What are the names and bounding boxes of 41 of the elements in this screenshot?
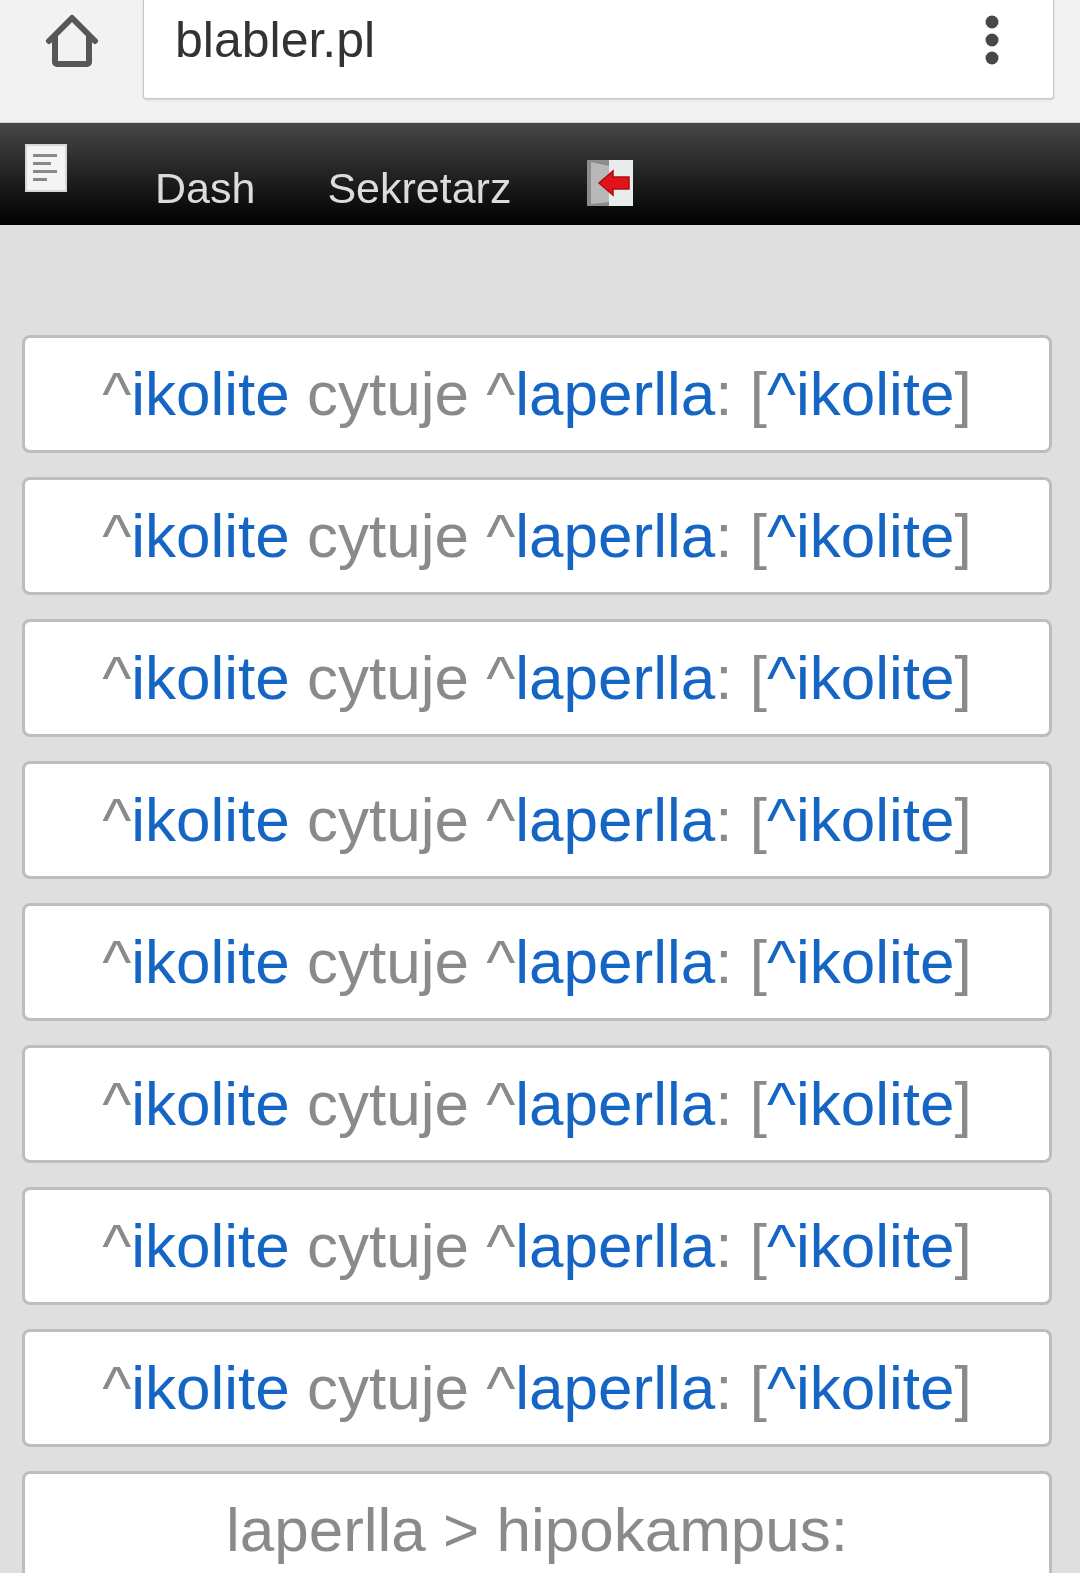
username-link[interactable]: ^ikolite — [766, 785, 955, 854]
url-text: blabler.pl — [175, 11, 376, 69]
notice-text: laperlla > hipokampus: — [225, 1497, 849, 1563]
username-link[interactable]: ikolite — [131, 1211, 290, 1280]
notice-text: ^ikolite cytuje ^laperlla: [^ikolite] — [102, 503, 972, 569]
username-link[interactable]: ikolite — [131, 1353, 290, 1422]
home-icon[interactable] — [43, 13, 100, 68]
username-link[interactable]: ikolite — [131, 1069, 290, 1138]
username-link[interactable]: ^ikolite — [766, 643, 955, 712]
nav-link[interactable]: Sekretarz — [327, 163, 512, 213]
notice-text: ^ikolite cytuje ^laperlla: [^ikolite] — [102, 1355, 972, 1421]
username-link[interactable]: ikolite — [131, 501, 290, 570]
username-link[interactable]: laperlla — [515, 1353, 716, 1422]
username-link[interactable]: ikolite — [131, 785, 290, 854]
username-link[interactable]: laperlla — [515, 359, 716, 428]
username-link[interactable]: laperlla — [515, 927, 716, 996]
notice-text: ^ikolite cytuje ^laperlla: [^ikolite] — [102, 787, 972, 853]
notice-text: ^ikolite cytuje ^laperlla: [^ikolite] — [102, 361, 972, 427]
username-link[interactable]: ikolite — [131, 643, 290, 712]
username-link[interactable]: laperlla — [515, 501, 716, 570]
document-icon[interactable] — [25, 144, 67, 192]
username-link[interactable]: laperlla — [515, 643, 716, 712]
username-link[interactable]: ^ikolite — [766, 1211, 955, 1280]
username-link[interactable]: ^ikolite — [766, 359, 955, 428]
username-link[interactable]: ikolite — [131, 927, 290, 996]
notice-text: ^ikolite cytuje ^laperlla: [^ikolite] — [102, 929, 972, 995]
username-link[interactable]: ^ikolite — [766, 501, 955, 570]
username-link[interactable]: laperlla — [515, 785, 716, 854]
username-link[interactable]: laperlla — [515, 1069, 716, 1138]
more-menu-icon[interactable] — [985, 15, 999, 65]
username-link[interactable]: ^ikolite — [766, 1353, 955, 1422]
notice-text: ^ikolite cytuje ^laperlla: [^ikolite] — [102, 1213, 972, 1279]
nav-link[interactable]: Dash — [155, 163, 256, 213]
url-field[interactable]: blabler.pl — [143, 0, 1054, 99]
notice-text: ^ikolite cytuje ^laperlla: [^ikolite] — [102, 645, 972, 711]
username-link[interactable]: ^ikolite — [766, 927, 955, 996]
exit-door-icon[interactable] — [587, 160, 634, 206]
notice-text: ^ikolite cytuje ^laperlla: [^ikolite] — [102, 1071, 972, 1137]
username-link[interactable]: laperlla — [515, 1211, 716, 1280]
username-link[interactable]: ikolite — [131, 359, 290, 428]
username-link[interactable]: ^ikolite — [766, 1069, 955, 1138]
